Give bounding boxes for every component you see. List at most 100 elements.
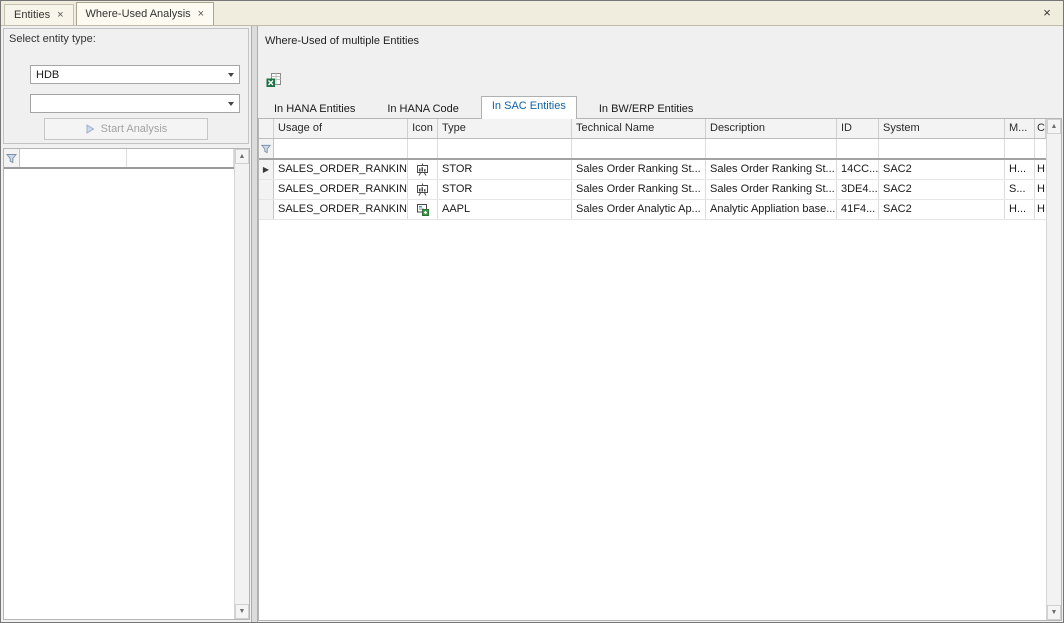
- start-analysis-label: Start Analysis: [101, 123, 168, 135]
- column-header-usage-of[interactable]: Usage of: [274, 119, 408, 138]
- sidebar-entity-list: ▲ ▼: [3, 148, 250, 620]
- current-row-icon: ▶: [263, 160, 269, 179]
- header-indicator-cell: [259, 119, 274, 138]
- cell-id: 3DE4...: [837, 180, 879, 199]
- cell-id: 41F4...: [837, 200, 879, 219]
- column-header-system[interactable]: System: [879, 119, 1005, 138]
- column-header-c[interactable]: C.: [1035, 119, 1046, 138]
- cell-system: SAC2: [879, 160, 1005, 179]
- filter-cell[interactable]: [1005, 139, 1035, 158]
- sidebar-filter-cell[interactable]: [127, 149, 234, 167]
- close-icon[interactable]: ×: [198, 9, 204, 19]
- cell-icon: [408, 200, 438, 219]
- cell-usage-of: SALES_ORDER_RANKING: [274, 200, 408, 219]
- cell-usage-of: SALES_ORDER_RANKING: [274, 180, 408, 199]
- analytic-app-icon: [416, 203, 429, 216]
- cell-system: SAC2: [879, 180, 1005, 199]
- filter-cell[interactable]: [274, 139, 408, 158]
- cell-type: STOR: [438, 160, 572, 179]
- filter-cell[interactable]: [837, 139, 879, 158]
- page-title: Where-Used of multiple Entities: [265, 35, 419, 47]
- panel-splitter[interactable]: [251, 26, 258, 622]
- tab-where-used-analysis[interactable]: Where-Used Analysis ×: [76, 2, 215, 25]
- filter-indicator-cell: [259, 139, 274, 158]
- tab-entities[interactable]: Entities ×: [4, 4, 74, 25]
- column-header-id[interactable]: ID: [837, 119, 879, 138]
- cell-icon: [408, 160, 438, 179]
- column-header-technical-name[interactable]: Technical Name: [572, 119, 706, 138]
- cell-m: S...: [1005, 180, 1035, 199]
- start-analysis-button[interactable]: Start Analysis: [44, 118, 208, 140]
- row-indicator: [259, 180, 274, 199]
- filter-cell[interactable]: [438, 139, 572, 158]
- filter-cell[interactable]: [879, 139, 1005, 158]
- cell-technical-name: Sales Order Analytic Ap...: [572, 200, 706, 219]
- column-header-icon[interactable]: Icon: [408, 119, 438, 138]
- story-icon: [416, 163, 429, 176]
- column-header-description[interactable]: Description: [706, 119, 837, 138]
- cell-description: Sales Order Ranking St...: [706, 180, 837, 199]
- cell-system: SAC2: [879, 200, 1005, 219]
- entity-type-groupbox: Select entity type: HDB Start Analysis: [3, 28, 249, 144]
- filter-cell[interactable]: [572, 139, 706, 158]
- sidebar-list-body: [4, 171, 234, 619]
- column-header-type[interactable]: Type: [438, 119, 572, 138]
- tab-where-used-label: Where-Used Analysis: [86, 8, 191, 20]
- close-icon[interactable]: ×: [57, 10, 63, 20]
- row-indicator: [259, 200, 274, 219]
- play-icon: [85, 124, 95, 134]
- entity-type-value: HDB: [31, 69, 222, 81]
- grid-columns-area: Usage of Icon Type Technical Name Descri…: [259, 119, 1046, 620]
- funnel-icon: [6, 153, 17, 164]
- results-grid: Usage of Icon Type Technical Name Descri…: [258, 118, 1062, 621]
- tab-in-bw-erp-entities[interactable]: In BW/ERP Entities: [589, 100, 704, 119]
- export-to-excel-button[interactable]: [263, 70, 285, 90]
- row-indicator: ▶: [259, 160, 274, 179]
- cell-m: H...: [1005, 160, 1035, 179]
- cell-description: Analytic Appliation base...: [706, 200, 837, 219]
- cell-technical-name: Sales Order Ranking St...: [572, 180, 706, 199]
- cell-description: Sales Order Ranking St...: [706, 160, 837, 179]
- chevron-down-icon[interactable]: [222, 95, 239, 112]
- cell-usage-of: SALES_ORDER_RANKING: [274, 160, 408, 179]
- chevron-down-icon[interactable]: [222, 66, 239, 83]
- scroll-down-icon[interactable]: ▼: [235, 604, 249, 619]
- table-row[interactable]: ▶ SALES_ORDER_RANKING: [259, 160, 1046, 180]
- table-row[interactable]: SALES_ORDER_RANKING AAPL Sales Order Ana…: [259, 200, 1046, 220]
- column-header-m[interactable]: M...: [1005, 119, 1035, 138]
- entity-dropdown[interactable]: [30, 94, 240, 113]
- cell-type: AAPL: [438, 200, 572, 219]
- tab-in-hana-entities[interactable]: In HANA Entities: [264, 100, 365, 119]
- filter-cell[interactable]: [408, 139, 438, 158]
- cell-c: H.: [1035, 180, 1046, 199]
- entity-type-dropdown[interactable]: HDB: [30, 65, 240, 84]
- result-tabbar: In HANA Entities In HANA Code In SAC Ent…: [264, 96, 715, 119]
- excel-export-icon: [266, 72, 282, 88]
- funnel-icon: [261, 144, 271, 154]
- sidebar-scrollbar[interactable]: ▲ ▼: [234, 149, 249, 619]
- tab-entities-label: Entities: [14, 9, 50, 21]
- cell-type: STOR: [438, 180, 572, 199]
- scroll-up-icon[interactable]: ▲: [235, 149, 249, 164]
- document-tabbar: Entities × Where-Used Analysis ×: [1, 1, 1063, 26]
- main-panel: Where-Used of multiple Entities In HANA …: [258, 26, 1062, 621]
- app-window: Entities × Where-Used Analysis × × Selec…: [0, 0, 1064, 623]
- story-icon: [416, 183, 429, 196]
- cell-c: H.: [1035, 200, 1046, 219]
- table-row[interactable]: SALES_ORDER_RANKING STOR Sa: [259, 180, 1046, 200]
- scroll-up-icon[interactable]: ▲: [1047, 119, 1061, 134]
- grid-filter-row: [259, 139, 1046, 160]
- tab-in-hana-code[interactable]: In HANA Code: [377, 100, 469, 119]
- group-title: Select entity type:: [9, 33, 96, 45]
- filter-indicator-cell: [4, 149, 20, 167]
- window-close-icon[interactable]: ×: [1039, 5, 1055, 21]
- scroll-down-icon[interactable]: ▼: [1047, 605, 1061, 620]
- filter-cell[interactable]: [706, 139, 837, 158]
- sidebar: Select entity type: HDB Start Analysis: [1, 26, 251, 622]
- filter-cell[interactable]: [1035, 139, 1046, 158]
- grid-scrollbar[interactable]: ▲ ▼: [1046, 119, 1061, 620]
- sidebar-filter-cell[interactable]: [20, 149, 127, 167]
- tab-in-sac-entities[interactable]: In SAC Entities: [481, 96, 577, 119]
- cell-icon: [408, 180, 438, 199]
- sidebar-filter-row[interactable]: [4, 149, 234, 169]
